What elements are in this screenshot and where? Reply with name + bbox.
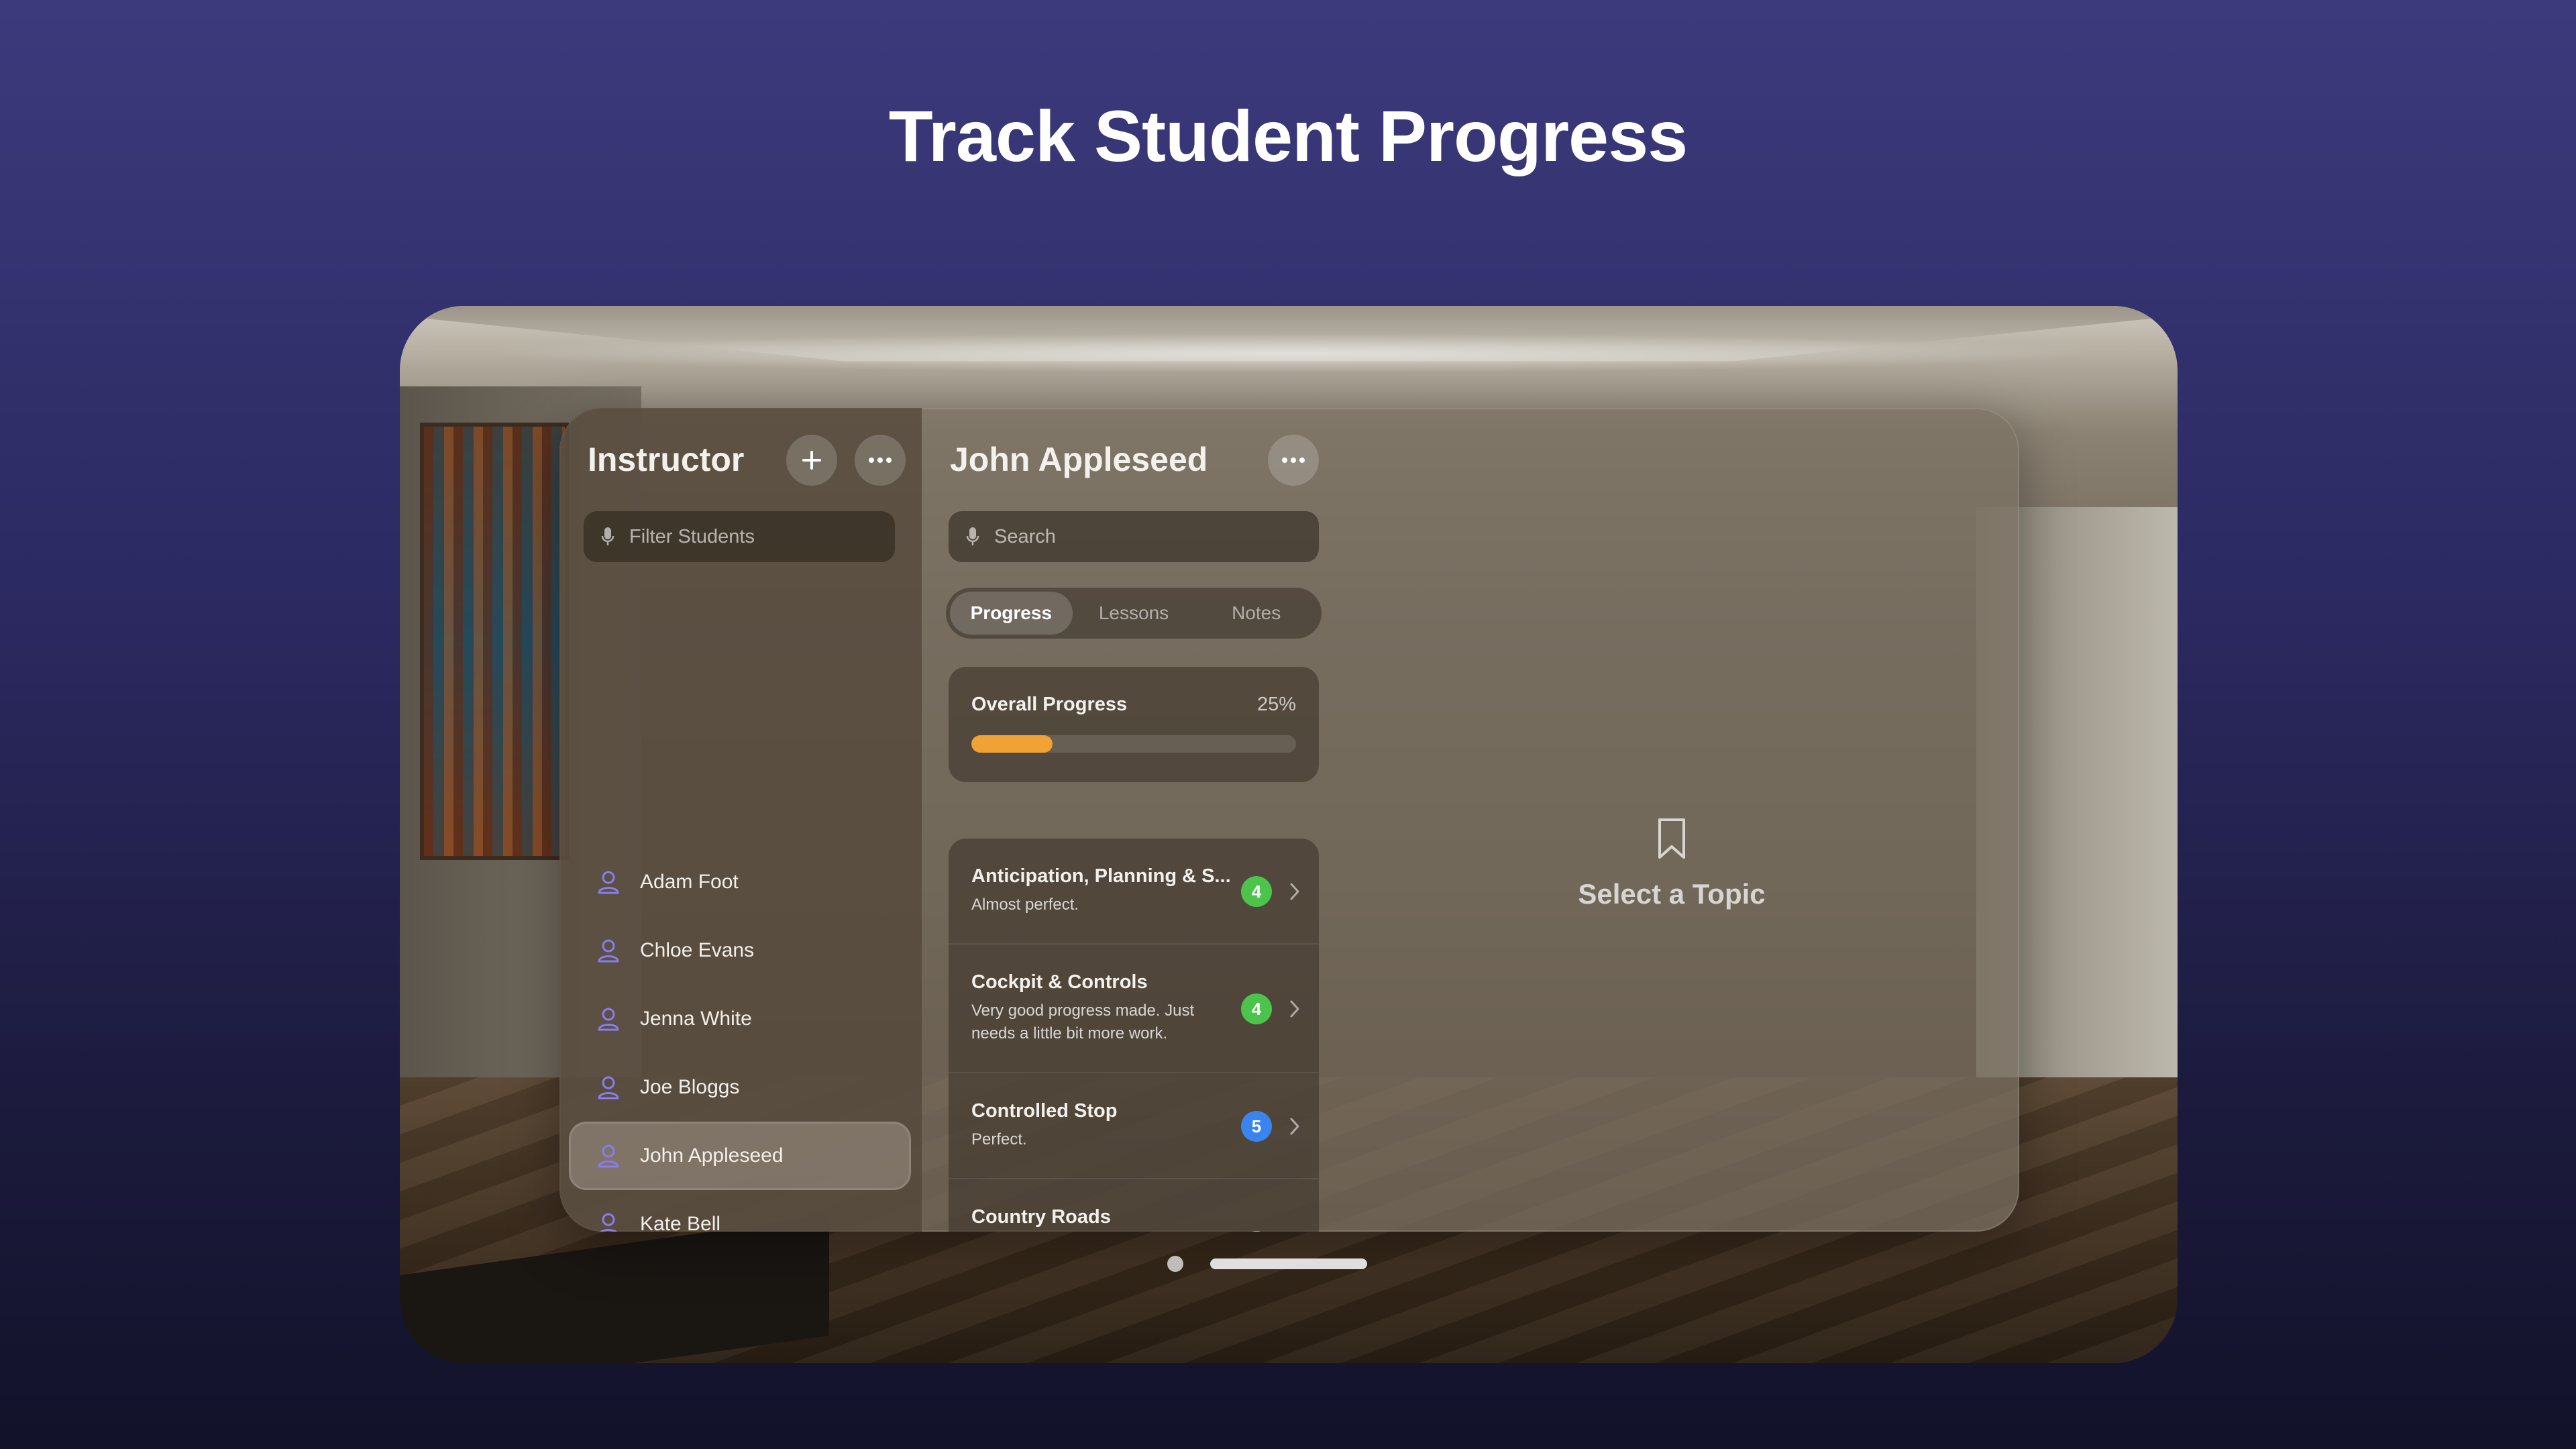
topic-title: Cockpit & Controls [971,971,1148,993]
student-name: Adam Foot [640,871,739,893]
person-icon [600,1213,617,1232]
topic-title: Controlled Stop [971,1100,1118,1122]
add-student-button[interactable] [786,435,837,486]
person-icon [598,871,619,894]
student-item[interactable]: Jenna White [569,985,911,1053]
person-icon [598,1076,619,1099]
search-input[interactable] [994,525,1249,548]
tab-notes[interactable]: Notes [1195,592,1318,635]
microphone-icon[interactable] [966,527,979,547]
filter-students-field[interactable] [584,511,895,562]
topic-score-badge: 5 [1241,1111,1272,1142]
select-topic-label: Select a Topic [1578,878,1766,910]
student-item[interactable]: John Appleseed [569,1122,911,1190]
room-background: Instructor Adam Foot Chloe Evans Jenna Whi… [400,306,2178,1363]
topic-row[interactable]: Controlled Stop Perfect. 5 [949,1073,1319,1179]
sidebar: Instructor Adam Foot Chloe Evans Jenna Whi… [559,408,922,1232]
filter-students-input[interactable] [629,525,884,548]
search-field[interactable] [949,511,1319,562]
student-name: John Appleseed [640,1144,784,1167]
student-name: Chloe Evans [640,939,755,961]
topic-row[interactable]: Country Roads [949,1179,1319,1232]
window-grab-bar[interactable] [1210,1258,1367,1269]
view-segmented-control: Progress Lessons Notes [946,588,1322,639]
person-icon [598,1144,619,1168]
student-name: Joe Bloggs [640,1076,740,1098]
app-window: Instructor Adam Foot Chloe Evans Jenna Whi… [559,408,2019,1232]
topic-score-badge [1241,1231,1272,1232]
tab-lessons[interactable]: Lessons [1073,592,1195,635]
topic-score-badge: 4 [1241,994,1272,1024]
topic-score-badge: 4 [1241,876,1272,907]
student-name: Jenna White [640,1008,752,1030]
topic-list: Anticipation, Planning & S... Almost perf… [949,839,1319,1232]
overall-progress-percent: 25% [1256,694,1296,715]
topic-subtitle: Almost perfect. [971,896,1079,914]
overall-progress-label: Overall Progress [971,694,1128,715]
sidebar-more-button[interactable] [855,435,906,486]
person-icon [598,1008,619,1031]
microphone-icon[interactable] [601,527,614,547]
topic-row[interactable]: Cockpit & Controls Very good progress mad… [949,945,1319,1073]
painting [424,427,565,856]
topic-title: Country Roads [971,1206,1111,1228]
topic-row[interactable]: Anticipation, Planning & S... Almost perf… [949,839,1319,945]
bookmark-icon [1658,818,1685,859]
chevron-right-icon [1290,1000,1299,1018]
student-item[interactable]: Joe Bloggs [569,1053,911,1122]
tab-progress[interactable]: Progress [950,592,1073,635]
student-item[interactable]: Adam Foot [569,848,911,916]
student-list: Adam Foot Chloe Evans Jenna White Joe Blogg… [569,848,911,1232]
window-close-dot[interactable] [1167,1256,1183,1272]
overall-progress-bar [971,735,1296,753]
topic-title: Anticipation, Planning & S... [971,865,1231,887]
sidebar-title: Instructor [588,441,745,478]
overall-progress-fill [971,735,1053,753]
person-icon [598,939,619,963]
student-name-title: John Appleseed [950,441,1208,478]
student-name: Kate Bell [640,1213,721,1232]
page-headline: Track Student Progress [888,95,1688,176]
chevron-right-icon [1290,883,1299,900]
ellipsis-icon [1282,458,1305,463]
plus-icon [802,451,821,470]
detail-more-button[interactable] [1268,435,1319,486]
topic-subtitle: Perfect. [971,1130,1027,1148]
chevron-right-icon [1290,1118,1299,1135]
ellipsis-icon [869,458,892,463]
ceiling-light [480,333,2104,373]
student-item[interactable]: Kate Bell [569,1190,911,1232]
student-item[interactable]: Chloe Evans [569,916,911,985]
overall-progress-card: Overall Progress 25% [949,667,1319,782]
empty-state: Select a Topic [1324,817,2019,910]
topic-subtitle: Very good progress made. Just needs a li… [971,1002,1195,1042]
